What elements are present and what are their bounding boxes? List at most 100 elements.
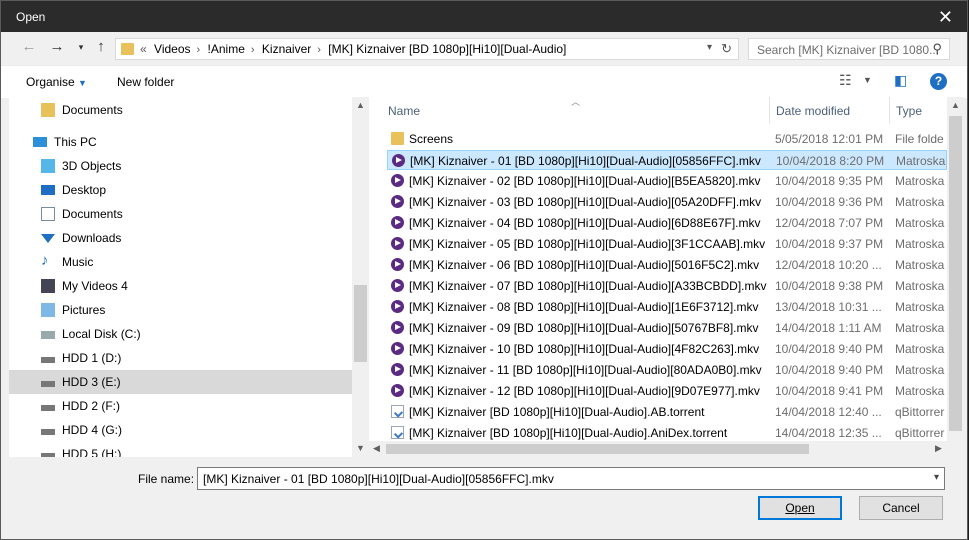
column-header-type[interactable]: Type — [896, 104, 922, 118]
search-input[interactable]: Search [MK] Kiznaiver [BD 1080... ⚲ — [748, 38, 950, 60]
scroll-up-icon[interactable]: ▲ — [951, 100, 960, 110]
folder-icon — [41, 103, 55, 117]
scrollbar-thumb[interactable] — [354, 285, 367, 362]
file-name: [MK] Kiznaiver - 05 [BD 1080p][Hi10][Dua… — [409, 237, 766, 251]
nav-item[interactable]: Documents — [9, 202, 352, 226]
file-date-modified: 10/04/2018 9:38 PM — [775, 279, 884, 293]
preview-pane-icon[interactable]: ◧ — [894, 72, 907, 89]
chevron-right-icon[interactable]: › — [197, 44, 201, 56]
nav-item[interactable]: Local Disk (C:) — [9, 322, 352, 346]
file-name-field[interactable]: [MK] Kiznaiver - 01 [BD 1080p][Hi10][Dua… — [197, 467, 945, 490]
scrollbar-thumb[interactable] — [386, 444, 809, 454]
file-row[interactable]: [MK] Kiznaiver - 11 [BD 1080p][Hi10][Dua… — [387, 360, 947, 380]
video-file-icon — [391, 237, 404, 250]
up-arrow-icon[interactable]: ↑ — [91, 38, 111, 55]
scroll-down-icon[interactable]: ▼ — [356, 443, 365, 453]
column-header-name[interactable]: Name — [388, 104, 420, 118]
file-row[interactable]: [MK] Kiznaiver - 07 [BD 1080p][Hi10][Dua… — [387, 276, 947, 296]
scrollbar-thumb[interactable] — [949, 116, 962, 431]
nav-item[interactable]: Desktop — [9, 178, 352, 202]
file-row[interactable]: [MK] Kiznaiver - 03 [BD 1080p][Hi10][Dua… — [387, 192, 947, 212]
scroll-right-icon[interactable]: ▶ — [935, 443, 942, 454]
nav-item[interactable]: HDD 3 (E:) — [9, 370, 352, 394]
breadcrumb-overflow[interactable]: « — [140, 42, 147, 56]
file-list-horizontal-scrollbar[interactable]: ◀ ▶ — [369, 441, 947, 457]
file-type: File folde — [895, 132, 944, 146]
file-row[interactable]: [MK] Kiznaiver - 06 [BD 1080p][Hi10][Dua… — [387, 255, 947, 275]
view-options-icon[interactable]: ☷ — [839, 72, 852, 89]
refresh-icon[interactable]: ↻ — [721, 41, 732, 57]
nav-item[interactable]: ♪ Music — [9, 250, 352, 274]
nav-item[interactable]: HDD 5 (H:) — [9, 442, 352, 457]
breadcrumb-kiznaiver[interactable]: Kiznaiver — [262, 42, 311, 56]
video-file-icon — [391, 342, 404, 355]
video-file-icon — [391, 384, 404, 397]
nav-item[interactable]: HDD 4 (G:) — [9, 418, 352, 442]
breadcrumb-current-folder[interactable]: [MK] Kiznaiver [BD 1080p][Hi10][Dual-Aud… — [328, 42, 566, 56]
file-row[interactable]: [MK] Kiznaiver - 12 [BD 1080p][Hi10][Dua… — [387, 381, 947, 401]
back-arrow-icon[interactable]: ← — [19, 38, 39, 55]
breadcrumb: « Videos › !Anime › Kiznaiver › [MK] Kiznai… — [140, 42, 570, 56]
file-name: [MK] Kiznaiver - 09 [BD 1080p][Hi10][Dua… — [409, 321, 759, 335]
file-row[interactable]: [MK] Kiznaiver - 08 [BD 1080p][Hi10][Dua… — [387, 297, 947, 317]
forward-arrow-icon[interactable]: → — [47, 38, 67, 55]
file-row[interactable]: Screens 5/05/2018 12:01 PM File folde — [387, 129, 947, 149]
nav-item[interactable]: This PC — [9, 130, 352, 154]
chevron-down-icon: ▼ — [78, 78, 87, 88]
file-name: [MK] Kiznaiver - 07 [BD 1080p][Hi10][Dua… — [409, 279, 767, 293]
recent-locations-icon[interactable]: ▾ — [71, 42, 91, 53]
breadcrumb-videos[interactable]: Videos — [154, 42, 190, 56]
column-divider — [889, 97, 890, 124]
drive-icon — [41, 453, 55, 457]
navigation-pane-scrollbar[interactable]: ▲ ▼ — [352, 97, 369, 457]
video-file-icon — [391, 279, 404, 292]
file-name: [MK] Kiznaiver - 03 [BD 1080p][Hi10][Dua… — [409, 195, 762, 209]
file-row[interactable]: [MK] Kiznaiver - 09 [BD 1080p][Hi10][Dua… — [387, 318, 947, 338]
nav-item-label: Documents — [62, 103, 123, 117]
scroll-left-icon[interactable]: ◀ — [373, 443, 380, 454]
file-type: Matroska — [895, 384, 945, 398]
search-icon[interactable]: ⚲ — [932, 41, 942, 57]
nav-item[interactable]: 3D Objects — [9, 154, 352, 178]
file-row[interactable]: [MK] Kiznaiver - 01 [BD 1080p][Hi10][Dua… — [387, 150, 947, 170]
nav-item[interactable]: My Videos 4 — [9, 274, 352, 298]
file-row[interactable]: [MK] Kiznaiver - 05 [BD 1080p][Hi10][Dua… — [387, 234, 947, 254]
command-bar: Organise ▼ New folder ☷ ▼ ◧ — [1, 65, 967, 98]
nav-item[interactable]: Downloads — [9, 226, 352, 250]
video-file-icon — [391, 300, 404, 313]
organise-button[interactable]: Organise ▼ — [26, 75, 87, 89]
file-row[interactable]: [MK] Kiznaiver - 10 [BD 1080p][Hi10][Dua… — [387, 339, 947, 359]
nav-item[interactable]: Documents — [9, 98, 352, 122]
file-type: qBittorrer — [895, 405, 945, 419]
chevron-down-icon[interactable]: ▾ — [707, 42, 712, 53]
nav-item[interactable]: Pictures — [9, 298, 352, 322]
address-bar[interactable]: « Videos › !Anime › Kiznaiver › [MK] Kiznai… — [115, 38, 739, 60]
file-row[interactable]: [MK] Kiznaiver - 04 [BD 1080p][Hi10][Dua… — [387, 213, 947, 233]
documents-icon — [41, 207, 55, 221]
cancel-button[interactable]: Cancel — [859, 496, 943, 520]
open-button[interactable]: Open — [758, 496, 842, 520]
breadcrumb-anime[interactable]: !Anime — [208, 42, 245, 56]
file-row[interactable]: [MK] Kiznaiver [BD 1080p][Hi10][Dual-Aud… — [387, 402, 947, 422]
file-type: Matroska — [895, 195, 945, 209]
nav-item-label: HDD 1 (D:) — [62, 351, 122, 365]
help-icon[interactable]: ? — [930, 73, 947, 90]
chevron-down-icon[interactable]: ▾ — [934, 472, 939, 483]
close-icon[interactable]: ✕ — [938, 7, 953, 28]
nav-item[interactable]: HDD 2 (F:) — [9, 394, 352, 418]
chevron-right-icon[interactable]: › — [317, 44, 321, 56]
file-row[interactable]: [MK] Kiznaiver - 02 [BD 1080p][Hi10][Dua… — [387, 171, 947, 191]
navigation-pane: Documents This PC 3D Objects Desktop Documen… — [9, 97, 352, 457]
column-header-date-modified[interactable]: Date modified — [776, 104, 850, 118]
file-type: qBittorrer — [895, 426, 945, 440]
file-row[interactable]: [MK] Kiznaiver [BD 1080p][Hi10][Dual-Aud… — [387, 423, 947, 441]
file-list-scrollbar[interactable]: ▲ — [947, 97, 964, 441]
chevron-right-icon[interactable]: › — [251, 44, 255, 56]
file-date-modified: 10/04/2018 9:40 PM — [775, 342, 884, 356]
scroll-up-icon[interactable]: ▲ — [356, 100, 365, 110]
new-folder-button[interactable]: New folder — [117, 75, 174, 89]
navigation-bar: ← → ▾ ↑ « Videos › !Anime › Kiznaiver › [MK… — [1, 32, 967, 65]
nav-item[interactable]: HDD 1 (D:) — [9, 346, 352, 370]
chevron-down-icon[interactable]: ▼ — [863, 75, 872, 85]
file-date-modified: 14/04/2018 12:40 ... — [775, 405, 882, 419]
